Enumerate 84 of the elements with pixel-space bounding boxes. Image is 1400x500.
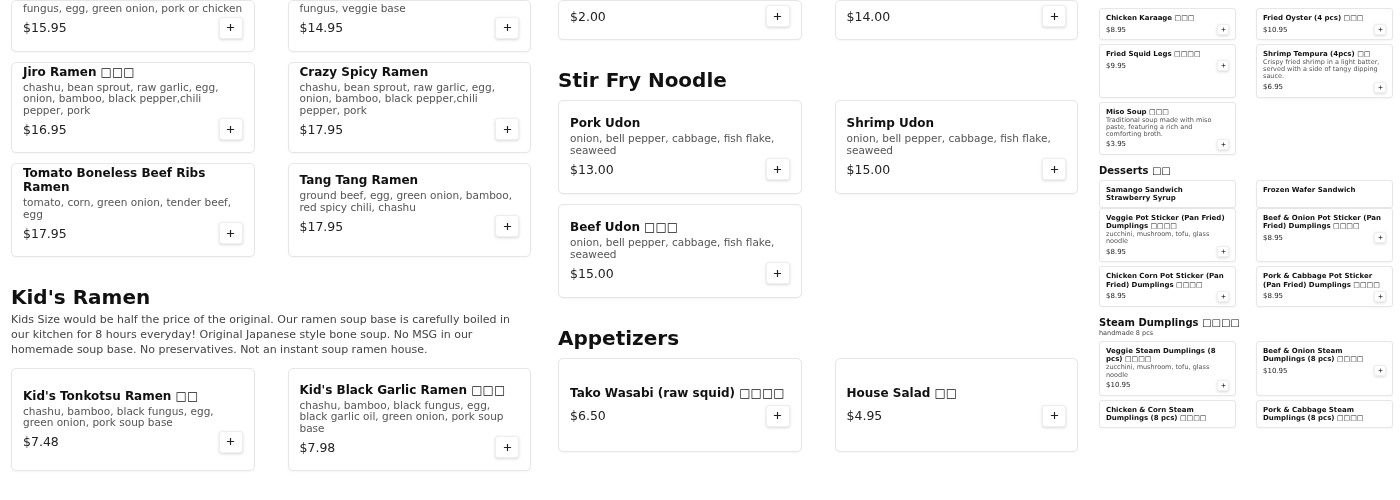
plus-icon <box>1220 249 1226 255</box>
item-name: Kid's Tonkotsu Ramen □□ <box>23 388 200 403</box>
item-description: ground beef, egg, green onion, bamboo, red spicy chili, chashu <box>299 190 513 214</box>
item-price: $15.00 <box>846 161 891 177</box>
add-button[interactable] <box>495 16 519 39</box>
item-price: $4.95 <box>846 408 883 423</box>
plus-icon <box>1049 411 1059 420</box>
item-price: $15.95 <box>23 20 67 36</box>
plus-icon <box>226 23 235 33</box>
add-button[interactable] <box>1042 158 1066 181</box>
plus-icon <box>1377 27 1383 33</box>
item-description: fungus, veggie base <box>299 3 407 15</box>
item-price: $17.95 <box>23 225 67 241</box>
add-button[interactable] <box>495 436 519 459</box>
item-description: chashu, bean sprout, raw garlic, egg, onion, bamboo, black pepper,chili pepper, pork <box>23 81 220 117</box>
add-button[interactable] <box>218 16 243 39</box>
item-description: onion, bell pepper, cabbage, fish flake, seaweed <box>846 132 1052 157</box>
plus-icon <box>226 437 235 447</box>
item-description: onion, bell pepper, cabbage, fish flake, seaweed <box>570 236 776 261</box>
add-button[interactable] <box>495 118 519 141</box>
section-heading: Desserts □□ <box>1099 165 1172 176</box>
plus-icon <box>1377 235 1383 241</box>
plus-icon <box>773 411 782 420</box>
plus-icon <box>226 228 235 238</box>
plus-icon <box>502 23 512 33</box>
item-price: $15.00 <box>570 265 614 281</box>
plus-icon <box>226 124 235 134</box>
plus-icon <box>502 442 512 452</box>
item-price: $6.50 <box>570 408 606 423</box>
add-button[interactable] <box>765 158 790 181</box>
item-name: Tako Wasabi (raw squid) □□□□ <box>570 385 786 400</box>
plus-icon <box>1049 11 1059 21</box>
section-description: Kids Size would be half the price of the original. Our ramen soup base is carefully boiled in our kitchen for 8 hours everyday! Original Japanese style bone soup. No MSG in our homemade soup base. No preservatives. Not an instant soup ramen house. <box>11 313 512 358</box>
item-name: Pork Udon <box>570 115 642 130</box>
add-button[interactable] <box>218 430 243 453</box>
plus-icon <box>1220 293 1226 299</box>
item-price: $13.00 <box>570 161 614 177</box>
item-name: Tomato Boneless Beef Ribs Ramen <box>23 166 207 195</box>
item-description: chashu, bamboo, black fungus, egg, green onion, pork soup base <box>23 405 215 429</box>
item-name: Beef Udon □□□ <box>570 219 680 234</box>
plus-icon <box>773 11 782 21</box>
plus-icon <box>1220 27 1226 33</box>
plus-icon <box>1377 84 1383 90</box>
plus-icon <box>1049 164 1059 174</box>
item-description: chashu, bamboo, black fungus, egg, black garlic oil, green onion, pork soup base <box>299 399 505 435</box>
item-name: Crazy Spicy Ramen <box>299 64 430 79</box>
plus-icon <box>502 221 512 231</box>
add-button[interactable] <box>765 404 790 427</box>
section-heading: Appetizers <box>558 326 681 350</box>
add-button[interactable] <box>218 222 243 245</box>
item-price: $14.95 <box>299 20 344 36</box>
item-price: $17.95 <box>299 121 344 137</box>
plus-icon <box>502 124 512 134</box>
add-button[interactable] <box>1042 5 1066 27</box>
add-button[interactable] <box>1042 404 1066 427</box>
item-description: fungus, egg, green onion, pork or chicken <box>23 3 243 15</box>
item-name: Jiro Ramen □□□ <box>23 64 136 79</box>
item-description: onion, bell pepper, cabbage, fish flake, seaweed <box>570 132 776 157</box>
plus-icon <box>1220 142 1226 147</box>
plus-icon <box>1220 63 1226 69</box>
item-price: $14.00 <box>846 8 891 24</box>
plus-icon <box>773 164 782 174</box>
item-description: tomato, corn, green onion, tender beef, egg <box>23 197 233 221</box>
add-button[interactable] <box>765 5 790 27</box>
item-description: chashu, bean sprout, raw garlic, egg, onion, bamboo, black pepper,chili pepper, pork <box>299 81 496 117</box>
item-price: $17.95 <box>299 218 344 234</box>
section-heading: Kid's Ramen <box>11 285 152 310</box>
item-price: $2.00 <box>570 8 606 24</box>
plus-icon <box>1377 368 1383 374</box>
item-name: Kid's Black Garlic Ramen □□□ <box>299 382 507 397</box>
add-button[interactable] <box>218 118 243 141</box>
item-name: Tang Tang Ramen <box>299 173 420 188</box>
plus-icon <box>1377 293 1383 299</box>
item-name: Shrimp Udon <box>846 115 936 130</box>
item-price: $7.48 <box>23 434 59 450</box>
plus-icon <box>773 268 782 278</box>
section-heading: Stir Fry Noodle <box>558 68 728 92</box>
item-price: $16.95 <box>23 121 67 137</box>
add-button[interactable] <box>495 215 519 238</box>
add-button[interactable] <box>765 262 790 285</box>
item-price: $7.98 <box>299 439 336 455</box>
item-name: House Salad □□ <box>846 385 959 400</box>
section-heading: Steam Dumplings □□□□ <box>1099 316 1241 328</box>
plus-icon <box>1220 382 1226 388</box>
